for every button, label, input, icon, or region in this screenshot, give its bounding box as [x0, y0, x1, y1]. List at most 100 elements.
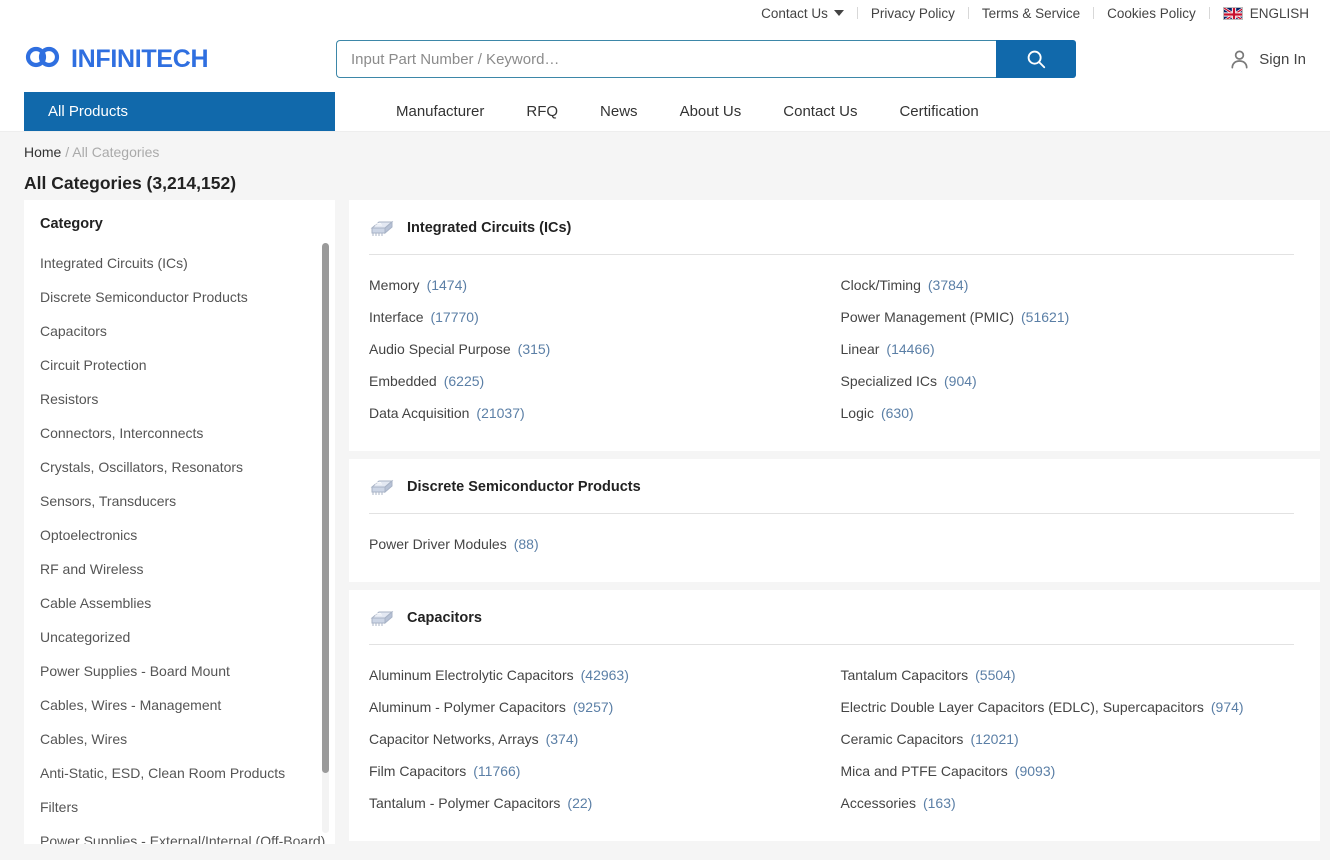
sidebar-item-filters[interactable]: Filters	[24, 790, 335, 824]
breadcrumb-separator: /	[65, 144, 69, 160]
sidebar-item-resistors[interactable]: Resistors	[24, 382, 335, 416]
page-body: Category Integrated Circuits (ICs) Discr…	[0, 200, 1330, 844]
sidebar-item-anti-static-esd[interactable]: Anti-Static, ESD, Clean Room Products	[24, 756, 335, 790]
sidebar-item-discrete-semiconductor-products[interactable]: Discrete Semiconductor Products	[24, 280, 335, 314]
subcategory-count: (22)	[567, 795, 592, 811]
subcategory-link[interactable]: Aluminum - Polymer Capacitors(9257)	[369, 691, 823, 723]
subcategory-link[interactable]: Embedded(6225)	[369, 365, 823, 397]
chevron-down-icon	[834, 10, 844, 16]
section-title: Integrated Circuits (ICs)	[407, 220, 571, 236]
language-selector[interactable]: ENGLISH	[1210, 6, 1322, 21]
category-sidebar: Category Integrated Circuits (ICs) Discr…	[24, 200, 335, 844]
topbar-link-cookies-policy[interactable]: Cookies Policy	[1094, 6, 1209, 21]
subcategory-label: Capacitor Networks, Arrays	[369, 731, 539, 747]
section-column-left: Aluminum Electrolytic Capacitors(42963) …	[369, 659, 823, 819]
sidebar-item-power-supplies-board-mount[interactable]: Power Supplies - Board Mount	[24, 654, 335, 688]
nav-item-manufacturer[interactable]: Manufacturer	[375, 103, 505, 120]
topbar-link-label: Contact Us	[761, 6, 828, 21]
subcategory-link[interactable]: Tantalum - Polymer Capacitors (22)	[369, 787, 823, 819]
subcategory-link[interactable]: Clock/Timing (3784)	[841, 269, 1295, 301]
subcategory-link[interactable]: Mica and PTFE Capacitors(9093)	[841, 755, 1295, 787]
subcategory-link[interactable]: Electric Double Layer Capacitors (EDLC),…	[841, 691, 1295, 723]
section-card-capacitors: Capacitors Aluminum Electrolytic Capacit…	[349, 590, 1320, 841]
sidebar-item-circuit-protection[interactable]: Circuit Protection	[24, 348, 335, 382]
sidebar-item-cables-wires[interactable]: Cables, Wires	[24, 722, 335, 756]
subcategory-label: Specialized ICs	[841, 373, 938, 389]
subcategory-link[interactable]: Data Acquisition(21037)	[369, 397, 823, 429]
section-card-integrated-circuits: Integrated Circuits (ICs) Memory(1474) I…	[349, 200, 1320, 451]
all-products-button[interactable]: All Products	[24, 92, 335, 131]
search-button[interactable]	[996, 40, 1076, 78]
subcategory-link[interactable]: Logic(630)	[841, 397, 1295, 429]
sidebar-item-power-supplies-external-internal[interactable]: Power Supplies - External/Internal (Off-…	[24, 824, 335, 844]
subcategory-label: Tantalum Capacitors	[841, 667, 969, 683]
sidebar-item-rf-and-wireless[interactable]: RF and Wireless	[24, 552, 335, 586]
sidebar-item-connectors-interconnects[interactable]: Connectors, Interconnects	[24, 416, 335, 450]
subcategory-count: (88)	[514, 536, 539, 552]
sidebar-item-optoelectronics[interactable]: Optoelectronics	[24, 518, 335, 552]
sidebar-item-cable-assemblies[interactable]: Cable Assemblies	[24, 586, 335, 620]
sign-in-label: Sign In	[1259, 51, 1306, 68]
subcategory-count: (9093)	[1015, 763, 1055, 779]
subcategory-link[interactable]: Linear(14466)	[841, 333, 1295, 365]
logo[interactable]: INFINITECH	[24, 45, 336, 74]
subcategory-link[interactable]: Accessories(163)	[841, 787, 1295, 819]
search-bar	[336, 40, 1076, 78]
subcategory-count: (11766)	[473, 763, 520, 779]
subcategory-count: (21037)	[476, 405, 524, 421]
nav-item-about-us[interactable]: About Us	[659, 103, 763, 120]
chip-icon	[369, 218, 395, 238]
subcategory-link[interactable]: Power Driver Modules(88)	[369, 528, 823, 560]
sidebar-item-uncategorized[interactable]: Uncategorized	[24, 620, 335, 654]
nav-item-certification[interactable]: Certification	[878, 103, 999, 120]
utility-bar: Contact Us Privacy Policy Terms & Servic…	[0, 0, 1330, 26]
topbar-link-privacy-policy[interactable]: Privacy Policy	[858, 6, 968, 21]
site-header: INFINITECH Sign In	[0, 26, 1330, 92]
language-label: ENGLISH	[1250, 6, 1309, 21]
nav-links: Manufacturer RFQ News About Us Contact U…	[335, 92, 1000, 131]
subcategory-count: (3784)	[928, 277, 968, 293]
subcategory-link[interactable]: Memory(1474)	[369, 269, 823, 301]
subcategory-link[interactable]: Film Capacitors(11766)	[369, 755, 823, 787]
subcategory-link[interactable]: Interface(17770)	[369, 301, 823, 333]
subcategory-count: (6225)	[444, 373, 484, 389]
subcategory-link[interactable]: Audio Special Purpose(315)	[369, 333, 823, 365]
nav-item-contact-us[interactable]: Contact Us	[762, 103, 878, 120]
sidebar-item-crystals-oscillators-resonators[interactable]: Crystals, Oscillators, Resonators	[24, 450, 335, 484]
search-input[interactable]	[336, 40, 996, 78]
section-header: Integrated Circuits (ICs)	[369, 218, 1294, 254]
section-column-right: Tantalum Capacitors(5504) Electric Doubl…	[823, 659, 1295, 819]
breadcrumb-current: All Categories	[72, 144, 159, 160]
nav-item-rfq[interactable]: RFQ	[505, 103, 579, 120]
sign-in-button[interactable]: Sign In	[1228, 48, 1306, 71]
breadcrumb-home[interactable]: Home	[24, 144, 61, 160]
subcategory-link[interactable]: Ceramic Capacitors(12021)	[841, 723, 1295, 755]
nav-item-news[interactable]: News	[579, 103, 659, 120]
divider	[369, 513, 1294, 514]
sidebar-item-capacitors[interactable]: Capacitors	[24, 314, 335, 348]
sidebar-item-cables-wires-management[interactable]: Cables, Wires - Management	[24, 688, 335, 722]
subcategory-link[interactable]: Specialized ICs(904)	[841, 365, 1295, 397]
subcategory-count: (12021)	[970, 731, 1018, 747]
section-card-discrete-semiconductor-products: Discrete Semiconductor Products Power Dr…	[349, 459, 1320, 582]
subcategory-link[interactable]: Aluminum Electrolytic Capacitors(42963)	[369, 659, 823, 691]
sidebar-heading: Category	[24, 216, 335, 232]
subcategory-link[interactable]: Tantalum Capacitors(5504)	[841, 659, 1295, 691]
chip-icon	[369, 477, 395, 497]
sidebar-scrollbar-thumb[interactable]	[322, 243, 329, 773]
subcategory-label: Clock/Timing	[841, 277, 921, 293]
section-column-right: Clock/Timing (3784) Power Management (PMI…	[823, 269, 1295, 429]
sidebar-item-integrated-circuits[interactable]: Integrated Circuits (ICs)	[24, 246, 335, 280]
subcategory-link[interactable]: Power Management (PMIC)(51621)	[841, 301, 1295, 333]
logo-text: INFINITECH	[71, 45, 208, 74]
topbar-link-contact-us[interactable]: Contact Us	[748, 6, 857, 21]
subcategory-count: (315)	[518, 341, 551, 357]
sidebar-item-sensors-transducers[interactable]: Sensors, Transducers	[24, 484, 335, 518]
user-icon	[1228, 48, 1251, 71]
subcategory-label: Tantalum - Polymer Capacitors	[369, 795, 560, 811]
subcategory-count: (374)	[546, 731, 579, 747]
search-icon	[1025, 48, 1047, 70]
subcategory-link[interactable]: Capacitor Networks, Arrays (374)	[369, 723, 823, 755]
topbar-link-terms-service[interactable]: Terms & Service	[969, 6, 1093, 21]
all-products-label: All Products	[48, 103, 128, 120]
